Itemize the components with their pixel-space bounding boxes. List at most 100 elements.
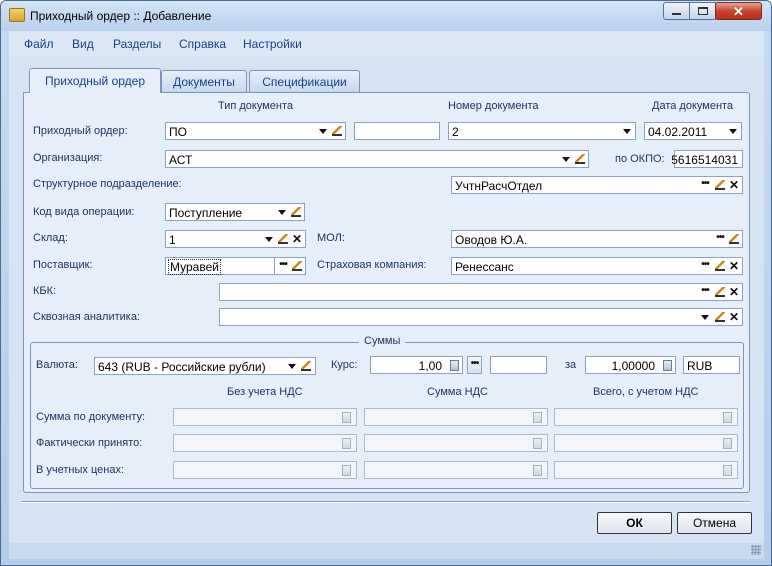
sum-field-accounting-without-vat[interactable] [173, 461, 357, 479]
rate-extra-field[interactable] [490, 356, 547, 374]
calculator-icon[interactable] [530, 410, 544, 424]
rate-value: 1,00 [418, 359, 442, 373]
insurer-select[interactable]: Ренессанс ••• ✕ [451, 257, 743, 275]
browse-icon[interactable]: ••• [698, 259, 712, 273]
calculator-icon[interactable] [720, 410, 734, 424]
rate-field[interactable]: 1,00 [370, 356, 463, 374]
doc-date-picker[interactable]: 04.02.2011 [644, 122, 742, 140]
sum-field-accepted-without-vat[interactable] [173, 434, 357, 452]
okpo-field[interactable]: 5616514031 [671, 150, 743, 168]
column-without-vat: Без учета НДС [227, 386, 303, 398]
dropdown-icon[interactable] [698, 310, 712, 324]
menu-file[interactable]: Файл [24, 37, 54, 51]
sum-field-doc-sum-vat[interactable] [364, 408, 548, 426]
maximize-button[interactable] [689, 2, 716, 20]
browse-icon[interactable]: ••• [713, 232, 727, 246]
tab-receipt-order[interactable]: Приходный ордер [29, 68, 161, 93]
menu-help[interactable]: Справка [179, 37, 226, 51]
supplier-input[interactable]: Муравей [166, 258, 275, 275]
menu-view[interactable]: Вид [72, 37, 94, 51]
calculator-icon[interactable] [720, 463, 734, 477]
edit-icon[interactable] [299, 359, 313, 373]
calculator-icon[interactable] [339, 436, 353, 450]
status-bar [9, 543, 764, 559]
mol-value: Оводов Ю.А. [455, 233, 528, 247]
analytics-select[interactable]: ✕ [219, 308, 743, 326]
menu-settings[interactable]: Настройки [243, 37, 302, 51]
sum-field-accounting-vat[interactable] [364, 461, 548, 479]
clear-icon[interactable]: ✕ [727, 259, 741, 273]
browse-icon[interactable]: ••• [276, 259, 290, 273]
edit-icon[interactable] [713, 178, 727, 192]
edit-icon[interactable] [713, 259, 727, 273]
dropdown-icon[interactable] [262, 232, 276, 246]
org-value: АСТ [169, 153, 193, 167]
dropdown-icon[interactable] [726, 124, 740, 138]
label-mol: МОЛ: [317, 232, 345, 244]
dropdown-icon[interactable] [316, 124, 330, 138]
label-supplier: Поставщик: [33, 259, 93, 271]
calculator-icon[interactable] [339, 410, 353, 424]
org-select[interactable]: АСТ [165, 150, 589, 168]
sum-field-doc-sum-without-vat[interactable] [173, 408, 357, 426]
dropdown-icon[interactable] [559, 152, 573, 166]
mol-select[interactable]: Оводов Ю.А. ••• [451, 230, 743, 248]
supplier-select[interactable]: Муравей ••• [165, 257, 306, 275]
dropdown-icon[interactable] [285, 359, 299, 373]
supplier-value: Муравей [168, 259, 221, 275]
rate-browse-button[interactable]: ••• [467, 356, 482, 374]
row-doc-sum: Сумма по документу: [36, 411, 146, 423]
calculator-icon[interactable] [339, 463, 353, 477]
op-code-select[interactable]: Поступление [165, 203, 305, 221]
menu-sections[interactable]: Разделы [113, 37, 161, 51]
doc-number-select[interactable]: 2 [448, 122, 636, 140]
per-currency-field[interactable]: RUB [683, 356, 740, 374]
edit-icon[interactable] [573, 152, 587, 166]
title-bar[interactable]: Приходный ордер :: Добавление ✕ [1, 1, 771, 31]
tab-documents[interactable]: Документы [161, 70, 247, 92]
sum-field-doc-sum-total[interactable] [554, 408, 738, 426]
clear-icon[interactable]: ✕ [727, 285, 741, 299]
edit-icon[interactable] [713, 310, 727, 324]
edit-icon[interactable] [330, 124, 344, 138]
ok-button[interactable]: ОК [597, 512, 672, 534]
per-quantity-field[interactable]: 1,00000 [585, 356, 676, 374]
tab-specifications[interactable]: Спецификации [249, 70, 360, 92]
doc-type-select[interactable]: ПО [165, 122, 346, 140]
cancel-button[interactable]: Отмена [677, 512, 752, 534]
kbk-select[interactable]: ••• ✕ [219, 283, 743, 301]
doc-type-extra-field[interactable] [354, 122, 440, 140]
sum-field-accepted-vat[interactable] [364, 434, 548, 452]
edit-icon[interactable] [276, 232, 290, 246]
edit-icon[interactable] [289, 205, 303, 219]
clear-icon[interactable]: ✕ [727, 310, 741, 324]
warehouse-select[interactable]: 1 ✕ [165, 230, 306, 248]
label-division: Структурное подразделение: [33, 178, 182, 190]
calculator-icon[interactable] [720, 436, 734, 450]
maximize-icon [697, 7, 708, 15]
calculator-icon[interactable] [447, 358, 461, 372]
header-doc-type: Тип документа [218, 100, 294, 112]
label-order: Приходный ордер: [33, 125, 128, 137]
dropdown-icon[interactable] [275, 205, 289, 219]
browse-icon[interactable]: ••• [698, 285, 712, 299]
sum-field-accounting-total[interactable] [554, 461, 738, 479]
edit-icon[interactable] [727, 232, 741, 246]
menu-bar: Файл Вид Разделы Справка Настройки [9, 31, 764, 57]
label-org: Организация: [33, 152, 103, 164]
calculator-icon[interactable] [530, 463, 544, 477]
close-button[interactable]: ✕ [715, 2, 762, 20]
clear-icon[interactable]: ✕ [727, 178, 741, 192]
dropdown-icon[interactable] [620, 124, 634, 138]
division-select[interactable]: УчтнРасчОтдел ••• ✕ [451, 176, 743, 194]
browse-icon[interactable]: ••• [698, 178, 712, 192]
edit-icon[interactable] [713, 285, 727, 299]
edit-icon[interactable] [290, 259, 304, 273]
resize-grip[interactable] [751, 545, 761, 555]
calculator-icon[interactable] [660, 358, 674, 372]
minimize-button[interactable] [663, 2, 690, 20]
sum-field-accepted-total[interactable] [554, 434, 738, 452]
clear-icon[interactable]: ✕ [290, 232, 304, 246]
calculator-icon[interactable] [530, 436, 544, 450]
currency-select[interactable]: 643 (RUB - Российские рубли) [94, 357, 316, 375]
